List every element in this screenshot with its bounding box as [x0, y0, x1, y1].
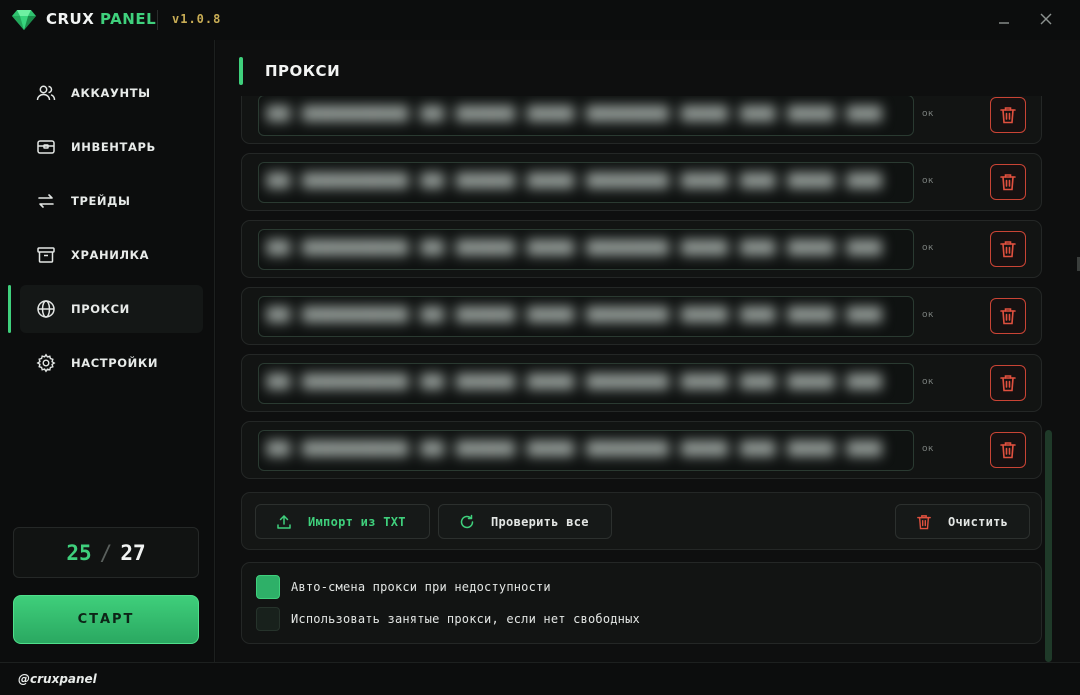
brand-accent: PANEL [100, 10, 157, 28]
trash-icon [916, 514, 932, 530]
counter-separator: / [99, 540, 113, 565]
brand-primary: CRUX [46, 10, 95, 28]
main-content: ПРОКСИ ▆▆ ▆▆▆▆▆▆▆▆▆ ▆▆ ▆▆▆▆▆ ▆▆▆▆ ▆▆▆▆▆▆… [216, 40, 1080, 662]
proxy-value-blurred: ▆▆ ▆▆▆▆▆▆▆▆▆ ▆▆ ▆▆▆▆▆ ▆▆▆▆ ▆▆▆▆▆▆▆ ▆▆▆▆ … [267, 369, 883, 390]
footer-handle: @cruxpanel [18, 672, 97, 686]
proxy-value-blurred: ▆▆ ▆▆▆▆▆▆▆▆▆ ▆▆ ▆▆▆▆▆ ▆▆▆▆ ▆▆▆▆▆▆▆ ▆▆▆▆ … [267, 235, 883, 256]
users-icon [35, 82, 57, 104]
sidebar-item-storage[interactable]: ХРАНИЛКА [20, 231, 203, 279]
inventory-icon [35, 136, 57, 158]
proxy-row: ▆▆ ▆▆▆▆▆▆▆▆▆ ▆▆ ▆▆▆▆▆ ▆▆▆▆ ▆▆▆▆▆▆▆ ▆▆▆▆ … [241, 220, 1042, 278]
proxy-input[interactable]: ▆▆ ▆▆▆▆▆▆▆▆▆ ▆▆ ▆▆▆▆▆ ▆▆▆▆ ▆▆▆▆▆▆▆ ▆▆▆▆ … [258, 229, 914, 270]
title-bar: CRUX PANEL v1.0.8 [0, 0, 1080, 40]
proxy-value-blurred: ▆▆ ▆▆▆▆▆▆▆▆▆ ▆▆ ▆▆▆▆▆ ▆▆▆▆ ▆▆▆▆▆▆▆ ▆▆▆▆ … [267, 436, 883, 457]
globe-icon [35, 298, 57, 320]
close-icon [1040, 13, 1052, 25]
sidebar-item-accounts[interactable]: АККАУНТЫ [20, 69, 203, 117]
active-nav-indicator [8, 285, 11, 333]
proxy-input[interactable]: ▆▆ ▆▆▆▆▆▆▆▆▆ ▆▆ ▆▆▆▆▆ ▆▆▆▆ ▆▆▆▆▆▆▆ ▆▆▆▆ … [258, 296, 914, 337]
app-version: v1.0.8 [172, 12, 222, 26]
proxy-status: ок [922, 310, 934, 320]
auto-switch-label: Авто-смена прокси при недоступности [291, 580, 551, 594]
proxy-input[interactable]: ▆▆ ▆▆▆▆▆▆▆▆▆ ▆▆ ▆▆▆▆▆ ▆▆▆▆ ▆▆▆▆▆▆▆ ▆▆▆▆ … [258, 430, 914, 471]
minimize-button[interactable] [992, 8, 1016, 30]
sidebar-item-proxy[interactable]: ПРОКСИ [20, 285, 203, 333]
minimize-icon [999, 22, 1009, 24]
sidebar-item-label: ТРЕЙДЫ [71, 194, 131, 208]
trash-icon [1000, 107, 1016, 124]
sidebar-item-label: ХРАНИЛКА [71, 248, 150, 262]
scrollbar-thumb[interactable] [1045, 430, 1052, 662]
proxy-status: ок [922, 176, 934, 186]
sidebar-item-label: ПРОКСИ [71, 302, 130, 316]
proxy-input[interactable]: ▆▆ ▆▆▆▆▆▆▆▆▆ ▆▆ ▆▆▆▆▆ ▆▆▆▆ ▆▆▆▆▆▆▆ ▆▆▆▆ … [258, 363, 914, 404]
proxy-options: Авто-смена прокси при недоступности Испо… [241, 562, 1042, 644]
proxy-value-blurred: ▆▆ ▆▆▆▆▆▆▆▆▆ ▆▆ ▆▆▆▆▆ ▆▆▆▆ ▆▆▆▆▆▆▆ ▆▆▆▆ … [267, 101, 883, 122]
proxy-list[interactable]: ▆▆ ▆▆▆▆▆▆▆▆▆ ▆▆ ▆▆▆▆▆ ▆▆▆▆ ▆▆▆▆▆▆▆ ▆▆▆▆ … [241, 96, 1043, 480]
sidebar-item-trades[interactable]: ТРЕЙДЫ [20, 177, 203, 225]
proxy-actions-bar: Импорт из TXT Проверить все Очистить [241, 492, 1042, 550]
proxy-row: ▆▆ ▆▆▆▆▆▆▆▆▆ ▆▆ ▆▆▆▆▆ ▆▆▆▆ ▆▆▆▆▆▆▆ ▆▆▆▆ … [241, 421, 1042, 479]
sidebar-item-label: АККАУНТЫ [71, 86, 151, 100]
check-label: Проверить все [491, 514, 589, 529]
check-all-button[interactable]: Проверить все [438, 504, 612, 539]
proxy-row: ▆▆ ▆▆▆▆▆▆▆▆▆ ▆▆ ▆▆▆▆▆ ▆▆▆▆ ▆▆▆▆▆▆▆ ▆▆▆▆ … [241, 96, 1042, 144]
refresh-icon [459, 514, 475, 530]
delete-proxy-button[interactable] [990, 298, 1026, 334]
title-divider [157, 10, 158, 30]
page-title: ПРОКСИ [265, 62, 341, 80]
counter-total: 27 [120, 540, 146, 565]
trash-icon [1000, 308, 1016, 325]
proxy-status: ок [922, 109, 934, 119]
use-busy-option[interactable]: Использовать занятые прокси, если нет св… [256, 607, 640, 631]
sidebar-item-label: НАСТРОЙКИ [71, 356, 159, 370]
sidebar-item-label: ИНВЕНТАРЬ [71, 140, 156, 154]
import-txt-button[interactable]: Импорт из TXT [255, 504, 430, 539]
account-counter: 25 / 27 [13, 527, 199, 578]
clear-button[interactable]: Очистить [895, 504, 1030, 539]
delete-proxy-button[interactable] [990, 432, 1026, 468]
use-busy-checkbox[interactable] [256, 607, 280, 631]
sidebar-item-settings[interactable]: НАСТРОЙКИ [20, 339, 203, 387]
auto-switch-option[interactable]: Авто-смена прокси при недоступности [256, 575, 551, 599]
proxy-row: ▆▆ ▆▆▆▆▆▆▆▆▆ ▆▆ ▆▆▆▆▆ ▆▆▆▆ ▆▆▆▆▆▆▆ ▆▆▆▆ … [241, 287, 1042, 345]
proxy-input[interactable]: ▆▆ ▆▆▆▆▆▆▆▆▆ ▆▆ ▆▆▆▆▆ ▆▆▆▆ ▆▆▆▆▆▆▆ ▆▆▆▆ … [258, 96, 914, 136]
close-window-button[interactable] [1034, 8, 1058, 30]
proxy-status: ок [922, 243, 934, 253]
counter-current: 25 [66, 540, 92, 565]
scrollbar[interactable] [1045, 430, 1053, 662]
sidebar-item-inventory[interactable]: ИНВЕНТАРЬ [20, 123, 203, 171]
clear-label: Очистить [948, 514, 1009, 529]
proxy-value-blurred: ▆▆ ▆▆▆▆▆▆▆▆▆ ▆▆ ▆▆▆▆▆ ▆▆▆▆ ▆▆▆▆▆▆▆ ▆▆▆▆ … [267, 168, 883, 189]
auto-switch-checkbox[interactable] [256, 575, 280, 599]
use-busy-label: Использовать занятые прокси, если нет св… [291, 612, 640, 626]
proxy-value-blurred: ▆▆ ▆▆▆▆▆▆▆▆▆ ▆▆ ▆▆▆▆▆ ▆▆▆▆ ▆▆▆▆▆▆▆ ▆▆▆▆ … [267, 302, 883, 323]
delete-proxy-button[interactable] [990, 231, 1026, 267]
trash-icon [1000, 174, 1016, 191]
footer: @cruxpanel [0, 662, 1080, 695]
trash-icon [1000, 241, 1016, 258]
proxy-row: ▆▆ ▆▆▆▆▆▆▆▆▆ ▆▆ ▆▆▆▆▆ ▆▆▆▆ ▆▆▆▆▆▆▆ ▆▆▆▆ … [241, 153, 1042, 211]
proxy-status: ок [922, 377, 934, 387]
delete-proxy-button[interactable] [990, 97, 1026, 133]
trash-icon [1000, 442, 1016, 459]
delete-proxy-button[interactable] [990, 365, 1026, 401]
proxy-row: ▆▆ ▆▆▆▆▆▆▆▆▆ ▆▆ ▆▆▆▆▆ ▆▆▆▆ ▆▆▆▆▆▆▆ ▆▆▆▆ … [241, 354, 1042, 412]
app-brand: CRUX PANEL [46, 10, 156, 28]
upload-icon [276, 514, 292, 530]
gear-icon [35, 352, 57, 374]
sidebar: АККАУНТЫ ИНВЕНТАРЬ ТРЕЙДЫ ХРАНИЛКА ПРОКС… [0, 40, 215, 662]
proxy-input[interactable]: ▆▆ ▆▆▆▆▆▆▆▆▆ ▆▆ ▆▆▆▆▆ ▆▆▆▆ ▆▆▆▆▆▆▆ ▆▆▆▆ … [258, 162, 914, 203]
delete-proxy-button[interactable] [990, 164, 1026, 200]
import-label: Импорт из TXT [308, 514, 406, 529]
title-accent-bar [239, 57, 243, 85]
swap-arrows-icon [35, 190, 57, 212]
start-button[interactable]: СТАРТ [13, 595, 199, 644]
archive-box-icon [35, 244, 57, 266]
gem-logo-icon [12, 10, 36, 30]
proxy-status: ок [922, 444, 934, 454]
trash-icon [1000, 375, 1016, 392]
